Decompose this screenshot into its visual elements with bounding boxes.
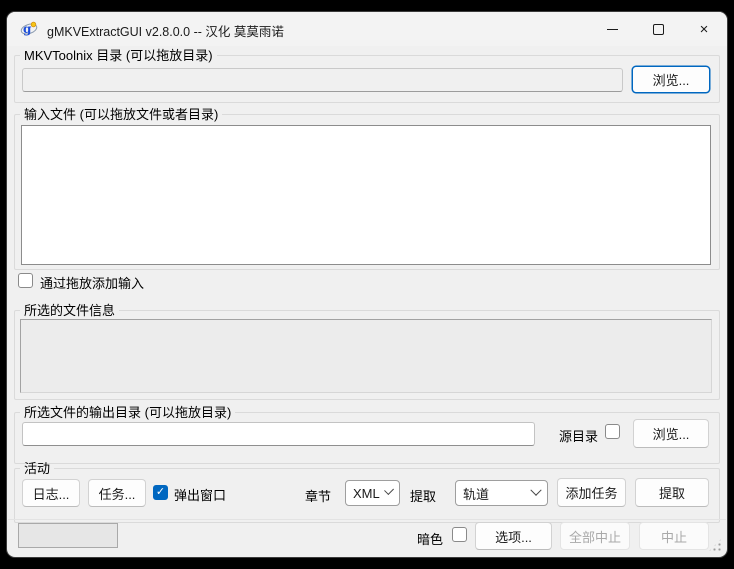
window-title: gMKVExtractGUI v2.8.0.0 -- 汉化 莫莫雨诺 [47,21,284,40]
close-button[interactable]: × [681,12,727,46]
output-dir-input[interactable] [22,422,535,446]
activity-group-label: 活动 [20,461,54,476]
log-button[interactable]: 日志... [22,479,80,507]
resize-grip-icon[interactable] [708,538,722,552]
source-dir-checkbox-label[interactable]: 源目录 [559,426,598,445]
app-window: g gMKVExtractGUI v2.8.0.0 -- 汉化 莫莫雨诺 × M… [7,12,727,557]
abort-button: 中止 [639,522,709,550]
app-icon: g [20,20,38,38]
output-dir-group-label: 所选文件的输出目录 (可以拖放目录) [20,405,235,420]
chevron-down-icon [384,485,394,495]
chapter-type-value: XML [353,486,380,501]
extract-mode-select[interactable]: 轨道 [455,480,548,506]
output-dir-browse-button[interactable]: 浏览... [633,419,709,448]
add-job-button[interactable]: 添加任务 [557,478,626,507]
checkmark-icon: ✓ [156,487,165,498]
extract-mode-value: 轨道 [463,484,489,503]
extract-button[interactable]: 提取 [635,478,709,507]
add-by-drag-checkbox[interactable] [18,273,33,288]
file-info-textarea [20,319,712,393]
file-info-group-label: 所选的文件信息 [20,303,119,318]
mkvtoolnix-dir-group-label: MKVToolnix 目录 (可以拖放目录) [20,48,217,63]
source-dir-checkbox[interactable] [605,424,620,439]
maximize-icon [653,24,664,35]
options-button[interactable]: 选项... [475,522,552,550]
dark-mode-checkbox-label[interactable]: 暗色 [417,529,443,548]
chevron-down-icon [530,485,541,496]
extract-mode-label: 提取 [410,486,436,505]
statusbar-separator [8,519,726,520]
add-by-drag-checkbox-label[interactable]: 通过拖放添加输入 [40,273,144,292]
chapter-label: 章节 [305,486,331,505]
progress-bar [18,523,118,548]
minimize-icon [607,29,618,30]
popup-window-checkbox-label[interactable]: 弹出窗口 [174,485,226,504]
mkvtoolnix-dir-input[interactable] [22,68,623,92]
minimize-button[interactable] [589,12,635,46]
title-bar: g gMKVExtractGUI v2.8.0.0 -- 汉化 莫莫雨诺 × [7,12,727,46]
abort-all-button: 全部中止 [560,522,630,550]
mkvtoolnix-browse-button[interactable]: 浏览... [632,66,710,93]
popup-window-checkbox[interactable]: ✓ [153,485,168,500]
svg-text:g: g [23,22,32,36]
maximize-button[interactable] [635,12,681,46]
dark-mode-checkbox[interactable] [452,527,467,542]
chapter-type-select[interactable]: XML [345,480,400,506]
close-icon: × [700,22,709,37]
input-files-group-label: 输入文件 (可以拖放文件或者目录) [20,107,222,122]
input-files-list[interactable] [21,125,711,265]
jobs-button[interactable]: 任务... [88,479,146,507]
